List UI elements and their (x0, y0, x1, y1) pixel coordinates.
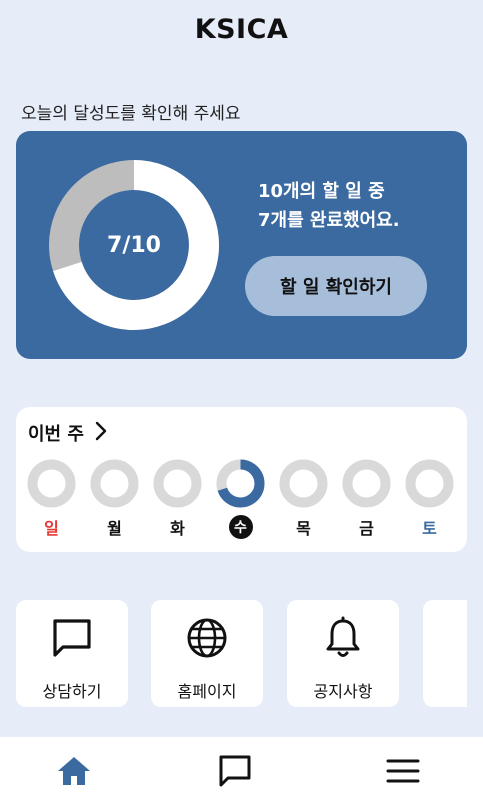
bottom-nav (0, 737, 483, 804)
app-title: KSICA (194, 14, 289, 45)
progress-count: 7/10 (107, 232, 161, 258)
day-item[interactable]: 수 (216, 459, 265, 539)
menu-label-notice: 공지사항 (313, 682, 373, 701)
nav-home-button[interactable] (54, 755, 94, 791)
chevron-right-icon (94, 421, 108, 445)
day-item[interactable]: 금 (342, 459, 391, 539)
progress-card: 7/10 10개의 할 일 중 7개를 완료했어요. 할 일 확인하기 (16, 131, 467, 359)
menu-label-more: 할 (423, 678, 467, 702)
day-label: 토 (422, 519, 437, 538)
day-progress-ring (27, 459, 76, 508)
menu-tile-more[interactable]: 할 (423, 600, 467, 707)
menu-label-consult: 상담하기 (42, 682, 102, 701)
day-progress-ring (342, 459, 391, 508)
menu-tile-notice[interactable]: 공지사항 (287, 600, 399, 707)
day-progress-ring (216, 459, 265, 508)
progress-prompt: 오늘의 달성도를 확인해 주세요 (21, 104, 241, 124)
week-title: 이번 주 (28, 424, 84, 445)
week-card: 이번 주 일 월 화 수 목 금 토 (16, 407, 467, 552)
day-item[interactable]: 화 (153, 459, 202, 539)
nav-chat-button[interactable] (215, 755, 255, 791)
day-progress-ring (279, 459, 328, 508)
day-item[interactable]: 목 (279, 459, 328, 539)
home-icon (56, 755, 92, 791)
day-progress-ring (405, 459, 454, 508)
chat-icon (217, 753, 253, 793)
progress-summary: 10개의 할 일 중 7개를 완료했어요. (258, 177, 400, 235)
day-label: 월 (107, 519, 122, 538)
menu-label-homepage: 홈페이지 (177, 682, 237, 701)
day-label: 수 (228, 515, 253, 539)
menu-tile-homepage[interactable]: 홈페이지 (151, 600, 263, 707)
chat-icon (16, 616, 128, 660)
day-item[interactable]: 월 (90, 459, 139, 539)
day-label: 화 (170, 519, 185, 538)
day-item[interactable]: 토 (405, 459, 454, 539)
day-label: 목 (296, 519, 311, 538)
menu-icon (386, 758, 420, 788)
globe-icon (151, 616, 263, 660)
menu-tile-consult[interactable]: 상담하기 (16, 600, 128, 707)
day-item[interactable]: 일 (27, 459, 76, 539)
nav-menu-button[interactable] (383, 755, 423, 791)
summary-line2: 7개를 완료했어요. (258, 210, 400, 231)
more-vertical-icon (423, 616, 467, 660)
day-progress-ring (90, 459, 139, 508)
bell-icon (287, 616, 399, 660)
summary-line1: 10개의 할 일 중 (258, 181, 385, 202)
day-label: 일 (44, 519, 59, 538)
day-progress-ring (153, 459, 202, 508)
day-label: 금 (359, 519, 374, 538)
check-tasks-button[interactable]: 할 일 확인하기 (245, 256, 427, 316)
week-header-link[interactable]: 이번 주 (28, 420, 108, 446)
quick-menu: 상담하기 홈페이지 공지사항 할 (16, 600, 467, 708)
week-days: 일월화수목금토 (27, 459, 454, 539)
